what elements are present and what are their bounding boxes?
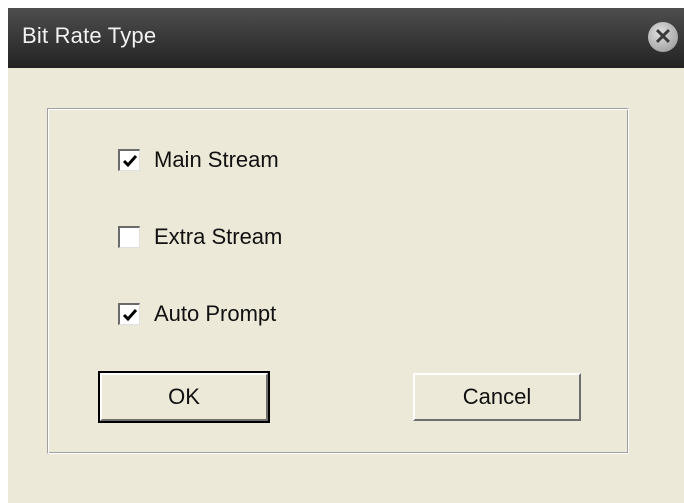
extra-stream-checkbox[interactable]	[118, 226, 140, 248]
extra-stream-option[interactable]: Extra Stream	[118, 224, 282, 250]
auto-prompt-checkbox[interactable]	[118, 303, 140, 325]
dialog-title: Bit Rate Type	[22, 23, 157, 48]
checkmark-icon	[122, 154, 137, 167]
bit-rate-type-dialog: Bit Rate Type ✕ Main Stream Extra Stream	[8, 8, 684, 503]
main-stream-checkbox[interactable]	[118, 149, 140, 171]
main-stream-option[interactable]: Main Stream	[118, 147, 279, 173]
extra-stream-label: Extra Stream	[154, 224, 283, 249]
ok-button[interactable]: OK	[98, 371, 270, 423]
main-stream-label: Main Stream	[154, 147, 279, 172]
close-icon[interactable]: ✕	[648, 22, 678, 52]
options-group: Main Stream Extra Stream Auto Prompt OK …	[47, 108, 629, 454]
title-bar[interactable]: Bit Rate Type ✕	[8, 8, 684, 68]
auto-prompt-label: Auto Prompt	[154, 301, 277, 326]
auto-prompt-option[interactable]: Auto Prompt	[118, 301, 276, 327]
checkmark-icon	[122, 308, 137, 321]
cancel-button[interactable]: Cancel	[413, 373, 581, 421]
